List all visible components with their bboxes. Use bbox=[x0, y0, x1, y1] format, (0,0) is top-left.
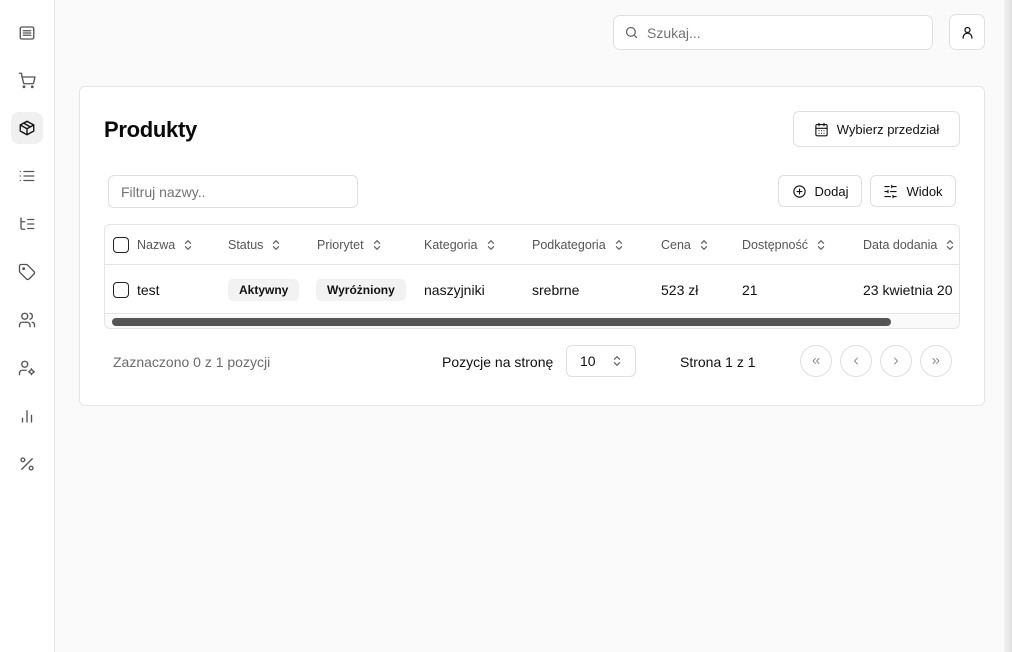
sidebar bbox=[0, 0, 55, 652]
user-menu-button[interactable] bbox=[949, 14, 985, 50]
sort-icon bbox=[700, 239, 708, 250]
plus-circle-icon bbox=[792, 184, 806, 198]
sort-icon bbox=[373, 239, 380, 250]
scroll-edge bbox=[1004, 0, 1012, 652]
rows-per-page-select[interactable]: 10 bbox=[566, 345, 636, 377]
sliders-icon bbox=[884, 184, 898, 198]
add-button[interactable]: Dodaj bbox=[778, 175, 862, 207]
column-header-status[interactable]: Status bbox=[228, 225, 281, 264]
search-icon bbox=[625, 26, 638, 39]
tag-icon bbox=[18, 263, 36, 281]
rows-per-page-value: 10 bbox=[580, 353, 596, 369]
prev-page-button[interactable] bbox=[840, 345, 872, 377]
column-header-price[interactable]: Cena bbox=[661, 225, 709, 264]
search-input[interactable] bbox=[647, 24, 907, 41]
cell-price: 523 zł bbox=[661, 281, 699, 298]
cell-priority: Wyróżniony bbox=[316, 266, 406, 313]
user-icon bbox=[962, 26, 972, 39]
products-table: Nazwa Status Priorytet Kategoria Podkate… bbox=[104, 224, 960, 329]
add-label: Dodaj bbox=[814, 183, 849, 199]
column-header-label: Cena bbox=[661, 237, 691, 252]
percent-icon bbox=[20, 457, 34, 471]
sort-icon bbox=[947, 239, 954, 250]
sidebar-item-categories[interactable] bbox=[11, 208, 43, 240]
chevron-left-icon bbox=[854, 357, 858, 365]
tree-list-icon bbox=[20, 217, 35, 230]
bar-chart-icon bbox=[21, 410, 33, 423]
layers-icon bbox=[19, 26, 35, 40]
sort-icon bbox=[817, 239, 825, 250]
column-header-category[interactable]: Kategoria bbox=[424, 225, 496, 264]
table-row[interactable]: test Aktywny Wyróżniony naszyjniki srebr… bbox=[105, 266, 959, 314]
column-header-subcategory[interactable]: Podkategoria bbox=[532, 225, 624, 264]
cell-name: test bbox=[137, 281, 160, 298]
calendar-icon bbox=[815, 122, 828, 136]
users-icon bbox=[18, 312, 36, 328]
view-label: Widok bbox=[906, 183, 943, 199]
sidebar-item-orders[interactable] bbox=[11, 64, 43, 96]
sidebar-item-statistics[interactable] bbox=[11, 400, 43, 432]
cell-date-added: 23 kwietnia 20 bbox=[863, 281, 953, 298]
cell-category: naszyjniki bbox=[424, 281, 485, 298]
products-card: Produkty Wybierz przedział Dodaj Widok N… bbox=[79, 86, 985, 406]
column-header-name[interactable]: Nazwa bbox=[137, 225, 193, 264]
sidebar-item-customers[interactable] bbox=[11, 304, 43, 336]
cell-availability: 21 bbox=[742, 281, 758, 298]
column-header-label: Priorytet bbox=[317, 237, 364, 252]
sort-icon bbox=[487, 239, 494, 250]
sidebar-item-dashboard[interactable] bbox=[11, 17, 43, 49]
column-header-label: Nazwa bbox=[137, 237, 176, 252]
horizontal-scrollbar[interactable] bbox=[105, 315, 959, 328]
column-header-priority[interactable]: Priorytet bbox=[317, 225, 382, 264]
column-header-label: Dostępność bbox=[742, 237, 809, 252]
page-info: Strona 1 z 1 bbox=[680, 354, 756, 370]
chevron-right-icon bbox=[894, 357, 898, 365]
column-header-label: Podkategoria bbox=[532, 237, 606, 252]
sidebar-item-list[interactable] bbox=[11, 160, 43, 192]
column-header-label: Data dodania bbox=[863, 237, 938, 252]
status-badge: Aktywny bbox=[228, 278, 300, 301]
column-header-label: Kategoria bbox=[424, 237, 478, 252]
selected-count: Zaznaczono 0 z 1 pozycji bbox=[113, 354, 271, 370]
next-page-button[interactable] bbox=[880, 345, 912, 377]
rows-per-page-label: Pozycje na stronę bbox=[442, 354, 554, 370]
sort-icon bbox=[273, 239, 280, 250]
chevrons-right-icon bbox=[932, 358, 940, 364]
first-page-button[interactable] bbox=[800, 345, 832, 377]
select-all-cell bbox=[113, 225, 129, 264]
cell-status: Aktywny bbox=[228, 266, 300, 313]
sidebar-item-discounts[interactable] bbox=[11, 448, 43, 480]
date-range-button[interactable]: Wybierz przedział bbox=[793, 111, 960, 147]
chevrons-left-icon bbox=[812, 358, 820, 364]
cell-subcategory: srebrne bbox=[532, 281, 580, 298]
sort-icon bbox=[615, 239, 622, 250]
scrollbar-thumb[interactable] bbox=[112, 318, 891, 326]
last-page-button[interactable] bbox=[920, 345, 952, 377]
priority-badge: Wyróżniony bbox=[316, 278, 406, 301]
page-title: Produkty bbox=[104, 117, 197, 142]
table-header-row: Nazwa Status Priorytet Kategoria Podkate… bbox=[105, 225, 959, 265]
filter-names-input[interactable] bbox=[108, 175, 358, 208]
sort-icon bbox=[185, 239, 192, 250]
select-all-checkbox[interactable] bbox=[113, 236, 129, 253]
view-button[interactable]: Widok bbox=[870, 175, 956, 207]
row-select-cell bbox=[113, 266, 129, 313]
column-header-availability[interactable]: Dostępność bbox=[742, 225, 826, 264]
sidebar-item-products[interactable] bbox=[11, 112, 43, 144]
box-icon bbox=[19, 120, 35, 136]
date-range-label: Wybierz przedział bbox=[836, 121, 940, 137]
cart-icon bbox=[18, 72, 36, 89]
column-header-label: Status bbox=[228, 237, 264, 252]
row-checkbox[interactable] bbox=[113, 281, 129, 298]
column-header-date-added[interactable]: Data dodania bbox=[863, 225, 955, 264]
search-box[interactable] bbox=[613, 15, 933, 50]
sidebar-item-user-settings[interactable] bbox=[11, 352, 43, 384]
chevrons-up-down-icon bbox=[613, 356, 621, 366]
list-icon bbox=[19, 170, 35, 182]
sidebar-item-tags[interactable] bbox=[11, 256, 43, 288]
user-cog-icon bbox=[18, 360, 36, 376]
